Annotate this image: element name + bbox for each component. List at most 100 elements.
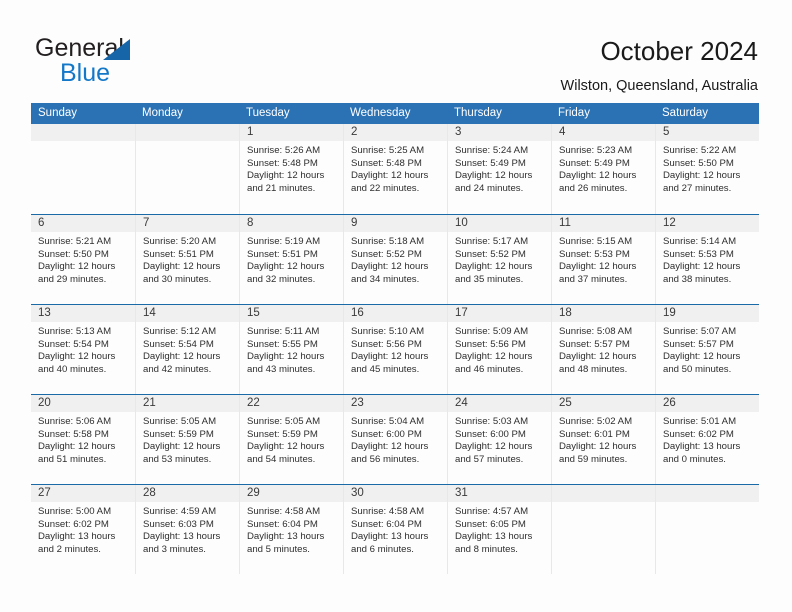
calendar-day-cell[interactable]: 2 Sunrise: 5:25 AM Sunset: 5:48 PM Daylight…	[343, 124, 447, 214]
day-detail-line: Daylight: 12 hours	[143, 351, 221, 363]
day-detail-line: Sunrise: 5:25 AM	[351, 145, 425, 156]
day-detail-lines: Sunrise: 5:09 AM Sunset: 5:56 PM Daylight:…	[448, 322, 551, 376]
calendar-day-cell[interactable]: 16 Sunrise: 5:10 AM Sunset: 5:56 PM Dayligh…	[343, 305, 447, 394]
calendar-day-cell[interactable]: 5 Sunrise: 5:22 AM Sunset: 5:50 PM Daylight…	[655, 124, 759, 214]
calendar-day-cell[interactable]: 11 Sunrise: 5:15 AM Sunset: 5:53 PM Dayligh…	[551, 215, 655, 304]
day-detail-line: Daylight: 12 hours	[559, 351, 637, 363]
day-detail-lines: Sunrise: 5:21 AM Sunset: 5:50 PM Daylight:…	[31, 232, 135, 286]
day-detail-line: and 3 minutes.	[143, 543, 206, 555]
day-detail-lines: Sunrise: 5:04 AM Sunset: 6:00 PM Daylight:…	[344, 412, 447, 466]
calendar-day-cell[interactable]: 30 Sunrise: 4:58 AM Sunset: 6:04 PM Dayligh…	[343, 485, 447, 574]
day-detail-line: Sunrise: 5:00 AM	[38, 506, 112, 517]
calendar-day-cell[interactable]: 9 Sunrise: 5:18 AM Sunset: 5:52 PM Daylight…	[343, 215, 447, 304]
day-detail-lines: Sunrise: 5:22 AM Sunset: 5:50 PM Daylight:…	[656, 141, 759, 195]
day-detail-line: and 26 minutes.	[559, 182, 628, 194]
weekday-header-thursday: Thursday	[454, 107, 502, 119]
day-detail-lines: Sunrise: 5:07 AM Sunset: 5:57 PM Daylight:…	[656, 322, 759, 376]
calendar-day-cell[interactable]: 3 Sunrise: 5:24 AM Sunset: 5:49 PM Daylight…	[447, 124, 551, 214]
day-number: 25	[552, 395, 655, 412]
day-detail-line: Daylight: 12 hours	[351, 261, 429, 273]
calendar-day-cell[interactable]: 15 Sunrise: 5:11 AM Sunset: 5:55 PM Dayligh…	[239, 305, 343, 394]
day-detail-line: Sunrise: 4:58 AM	[247, 506, 321, 517]
calendar-day-cell[interactable]: 6 Sunrise: 5:21 AM Sunset: 5:50 PM Daylight…	[31, 215, 135, 304]
day-number: 16	[344, 305, 447, 322]
weekday-header-wednesday: Wednesday	[350, 107, 411, 119]
day-detail-line: and 51 minutes.	[38, 453, 107, 465]
day-detail-line: and 50 minutes.	[663, 363, 732, 375]
calendar-day-cell[interactable]: 13 Sunrise: 5:13 AM Sunset: 5:54 PM Dayligh…	[31, 305, 135, 394]
calendar-day-cell[interactable]: 10 Sunrise: 5:17 AM Sunset: 5:52 PM Dayligh…	[447, 215, 551, 304]
day-number: 3	[448, 124, 551, 141]
day-detail-lines: Sunrise: 4:59 AM Sunset: 6:03 PM Daylight:…	[136, 502, 239, 556]
day-detail-line: Sunrise: 5:06 AM	[38, 416, 112, 427]
day-number: 30	[344, 485, 447, 502]
calendar-day-cell[interactable]: 1 Sunrise: 5:26 AM Sunset: 5:48 PM Daylight…	[239, 124, 343, 214]
calendar-day-cell[interactable]: 12 Sunrise: 5:14 AM Sunset: 5:53 PM Dayligh…	[655, 215, 759, 304]
calendar-day-cell[interactable]: 24 Sunrise: 5:03 AM Sunset: 6:00 PM Dayligh…	[447, 395, 551, 484]
calendar-day-cell[interactable]: 27 Sunrise: 5:00 AM Sunset: 6:02 PM Dayligh…	[31, 485, 135, 574]
day-detail-line: and 59 minutes.	[559, 453, 628, 465]
calendar-day-cell[interactable]: 4 Sunrise: 5:23 AM Sunset: 5:49 PM Daylight…	[551, 124, 655, 214]
day-detail-line: Sunset: 5:52 PM	[455, 248, 526, 260]
calendar-day-cell[interactable]: 8 Sunrise: 5:19 AM Sunset: 5:51 PM Daylight…	[239, 215, 343, 304]
day-detail-line: Sunrise: 5:09 AM	[455, 326, 529, 337]
day-detail-lines: Sunrise: 5:01 AM Sunset: 6:02 PM Daylight:…	[656, 412, 759, 466]
day-detail-lines: Sunrise: 5:08 AM Sunset: 5:57 PM Daylight:…	[552, 322, 655, 376]
brand-logo[interactable]: General Blue	[35, 34, 215, 92]
day-detail-line: Sunrise: 5:14 AM	[663, 236, 737, 247]
day-detail-line: and 2 minutes.	[38, 543, 101, 555]
calendar-day-cell[interactable]: 18 Sunrise: 5:08 AM Sunset: 5:57 PM Dayligh…	[551, 305, 655, 394]
day-detail-line: Sunrise: 5:04 AM	[351, 416, 425, 427]
calendar-day-cell[interactable]: 23 Sunrise: 5:04 AM Sunset: 6:00 PM Dayligh…	[343, 395, 447, 484]
day-detail-line: Sunrise: 5:03 AM	[455, 416, 529, 427]
day-detail-line: Sunset: 6:01 PM	[559, 428, 630, 440]
day-number: 12	[656, 215, 759, 232]
day-detail-line: Sunset: 6:04 PM	[247, 518, 318, 530]
day-detail-line: Sunset: 5:56 PM	[351, 338, 422, 350]
calendar-day-cell[interactable]: 29 Sunrise: 4:58 AM Sunset: 6:04 PM Dayligh…	[239, 485, 343, 574]
day-detail-line: Sunrise: 5:12 AM	[143, 326, 217, 337]
day-detail-line: Daylight: 12 hours	[143, 441, 221, 453]
day-detail-line: Sunrise: 5:01 AM	[663, 416, 737, 427]
calendar-grid: Sunday Monday Tuesday Wednesday Thursday Frid…	[31, 103, 759, 574]
calendar-day-cell[interactable]: 7 Sunrise: 5:20 AM Sunset: 5:51 PM Daylight…	[135, 215, 239, 304]
day-number	[552, 485, 655, 502]
calendar-day-cell[interactable]: 22 Sunrise: 5:05 AM Sunset: 5:59 PM Dayligh…	[239, 395, 343, 484]
day-number: 8	[240, 215, 343, 232]
calendar-day-cell[interactable]: 28 Sunrise: 4:59 AM Sunset: 6:03 PM Dayligh…	[135, 485, 239, 574]
day-detail-lines	[552, 502, 655, 506]
day-detail-lines: Sunrise: 5:20 AM Sunset: 5:51 PM Daylight:…	[136, 232, 239, 286]
day-detail-line: and 30 minutes.	[143, 273, 212, 285]
day-detail-line: Sunrise: 5:13 AM	[38, 326, 112, 337]
day-detail-lines: Sunrise: 5:19 AM Sunset: 5:51 PM Daylight:…	[240, 232, 343, 286]
calendar-day-cell[interactable]: 25 Sunrise: 5:02 AM Sunset: 6:01 PM Dayligh…	[551, 395, 655, 484]
calendar-day-cell[interactable]: 20 Sunrise: 5:06 AM Sunset: 5:58 PM Dayligh…	[31, 395, 135, 484]
day-detail-lines: Sunrise: 4:58 AM Sunset: 6:04 PM Daylight:…	[240, 502, 343, 556]
calendar-day-cell[interactable]: 14 Sunrise: 5:12 AM Sunset: 5:54 PM Dayligh…	[135, 305, 239, 394]
day-detail-line: and 5 minutes.	[247, 543, 310, 555]
day-detail-line: Sunset: 5:50 PM	[663, 157, 734, 169]
page-subtitle: Wilston, Queensland, Australia	[560, 78, 758, 94]
day-detail-lines	[656, 502, 759, 506]
day-number	[136, 124, 239, 141]
day-detail-line: Daylight: 13 hours	[247, 531, 325, 543]
day-detail-line: Sunrise: 5:11 AM	[247, 326, 320, 337]
day-detail-line: and 46 minutes.	[455, 363, 524, 375]
day-detail-line: Daylight: 12 hours	[663, 170, 741, 182]
day-detail-line: and 42 minutes.	[143, 363, 212, 375]
day-detail-line: Sunset: 5:48 PM	[351, 157, 422, 169]
calendar-day-cell[interactable]: 17 Sunrise: 5:09 AM Sunset: 5:56 PM Dayligh…	[447, 305, 551, 394]
day-detail-line: and 24 minutes.	[455, 182, 524, 194]
calendar-day-cell[interactable]: 19 Sunrise: 5:07 AM Sunset: 5:57 PM Dayligh…	[655, 305, 759, 394]
calendar-day-cell[interactable]: 31 Sunrise: 4:57 AM Sunset: 6:05 PM Dayligh…	[447, 485, 551, 574]
weekday-header-saturday: Saturday	[662, 107, 709, 119]
calendar-day-cell[interactable]: 26 Sunrise: 5:01 AM Sunset: 6:02 PM Dayligh…	[655, 395, 759, 484]
triangle-icon	[103, 39, 130, 60]
day-detail-line: Sunrise: 5:23 AM	[559, 145, 633, 156]
day-number: 11	[552, 215, 655, 232]
day-detail-line: Daylight: 12 hours	[247, 261, 325, 273]
day-number: 21	[136, 395, 239, 412]
day-detail-line: Daylight: 12 hours	[455, 261, 533, 273]
day-detail-line: Daylight: 12 hours	[559, 261, 637, 273]
calendar-day-cell[interactable]: 21 Sunrise: 5:05 AM Sunset: 5:59 PM Dayligh…	[135, 395, 239, 484]
